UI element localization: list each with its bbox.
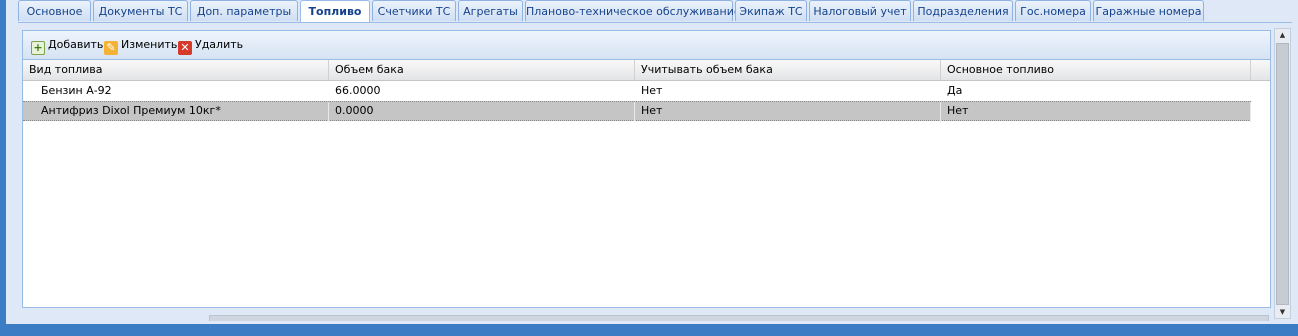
delete-button-label: Удалить <box>195 38 244 51</box>
edit-button[interactable]: ✎ Изменить <box>104 37 178 55</box>
cell-fuel-type: Антифриз Dixol Премиум 10кг* <box>23 102 329 122</box>
cell-main-fuel: Да <box>947 84 963 97</box>
tab-toplivo[interactable]: Топливо <box>300 0 370 22</box>
scroll-down-icon[interactable]: ▼ <box>1275 306 1290 318</box>
toolbar: + Добавить ✎ Изменить ✕ Удалить <box>23 31 1270 60</box>
cell-consider-volume: Нет <box>641 84 663 97</box>
delete-icon: ✕ <box>178 41 192 55</box>
tab-ekipazh-ts[interactable]: Экипаж ТС <box>735 0 807 21</box>
column-header-fuel-type[interactable]: Вид топлива <box>23 60 329 80</box>
edit-button-label: Изменить <box>121 38 178 51</box>
window-frame: Основное Документы ТС Доп. параметры Топ… <box>0 0 1298 336</box>
tab-schetchiki-ts[interactable]: Счетчики ТС <box>372 0 456 21</box>
column-header-tank-volume[interactable]: Объем бака <box>329 60 635 80</box>
cell-fuel-type: Бензин А-92 <box>41 84 112 97</box>
tab-to[interactable]: Планово-техническое обслуживание <box>525 0 741 21</box>
status-bar <box>6 324 1298 336</box>
tab-strip: Основное Документы ТС Доп. параметры Топ… <box>18 0 1292 23</box>
tab-agregaty[interactable]: Агрегаты <box>458 0 523 21</box>
grid-header: Вид топлива Объем бака Учитывать объем б… <box>23 60 1270 81</box>
cell-consider-volume: Нет <box>635 102 941 122</box>
scroll-thumb[interactable] <box>1276 43 1289 305</box>
horizontal-scrollbar[interactable] <box>22 309 1271 321</box>
fuel-panel: + Добавить ✎ Изменить ✕ Удалить Вид топлива… <box>22 30 1271 308</box>
horizontal-scroll-thumb[interactable] <box>209 315 1269 321</box>
delete-button[interactable]: ✕ Удалить <box>178 37 244 55</box>
add-icon: + <box>31 41 45 55</box>
tab-dokumenty-ts[interactable]: Документы ТС <box>93 0 188 21</box>
column-header-main-fuel[interactable]: Основное топливо <box>941 60 1251 80</box>
cell-main-fuel: Нет <box>941 102 1251 122</box>
tab-nalogovy-uchet[interactable]: Налоговый учет <box>809 0 911 21</box>
tab-dop-parametry[interactable]: Доп. параметры <box>190 0 298 21</box>
vertical-scrollbar[interactable]: ▲ ▼ <box>1274 28 1291 319</box>
cell-tank-volume: 0.0000 <box>329 102 635 122</box>
tab-gos-nomera[interactable]: Гос.номера <box>1015 0 1091 21</box>
tab-osnovnoe[interactable]: Основное <box>18 0 91 21</box>
add-button[interactable]: + Добавить <box>31 37 104 55</box>
pencil-icon: ✎ <box>104 41 118 55</box>
tab-podrazdeleniya[interactable]: Подразделения <box>913 0 1013 21</box>
table-row[interactable]: Бензин А-92 66.0000 Нет Да <box>23 81 1251 101</box>
table-row-selected[interactable]: Антифриз Dixol Премиум 10кг* 0.0000 Нет … <box>23 101 1251 122</box>
add-button-label: Добавить <box>48 38 104 51</box>
column-header-consider-volume[interactable]: Учитывать объем бака <box>635 60 941 80</box>
tab-garazhnye-nomera[interactable]: Гаражные номера <box>1093 0 1204 21</box>
scroll-up-icon[interactable]: ▲ <box>1275 29 1290 41</box>
cell-tank-volume: 66.0000 <box>335 84 381 97</box>
